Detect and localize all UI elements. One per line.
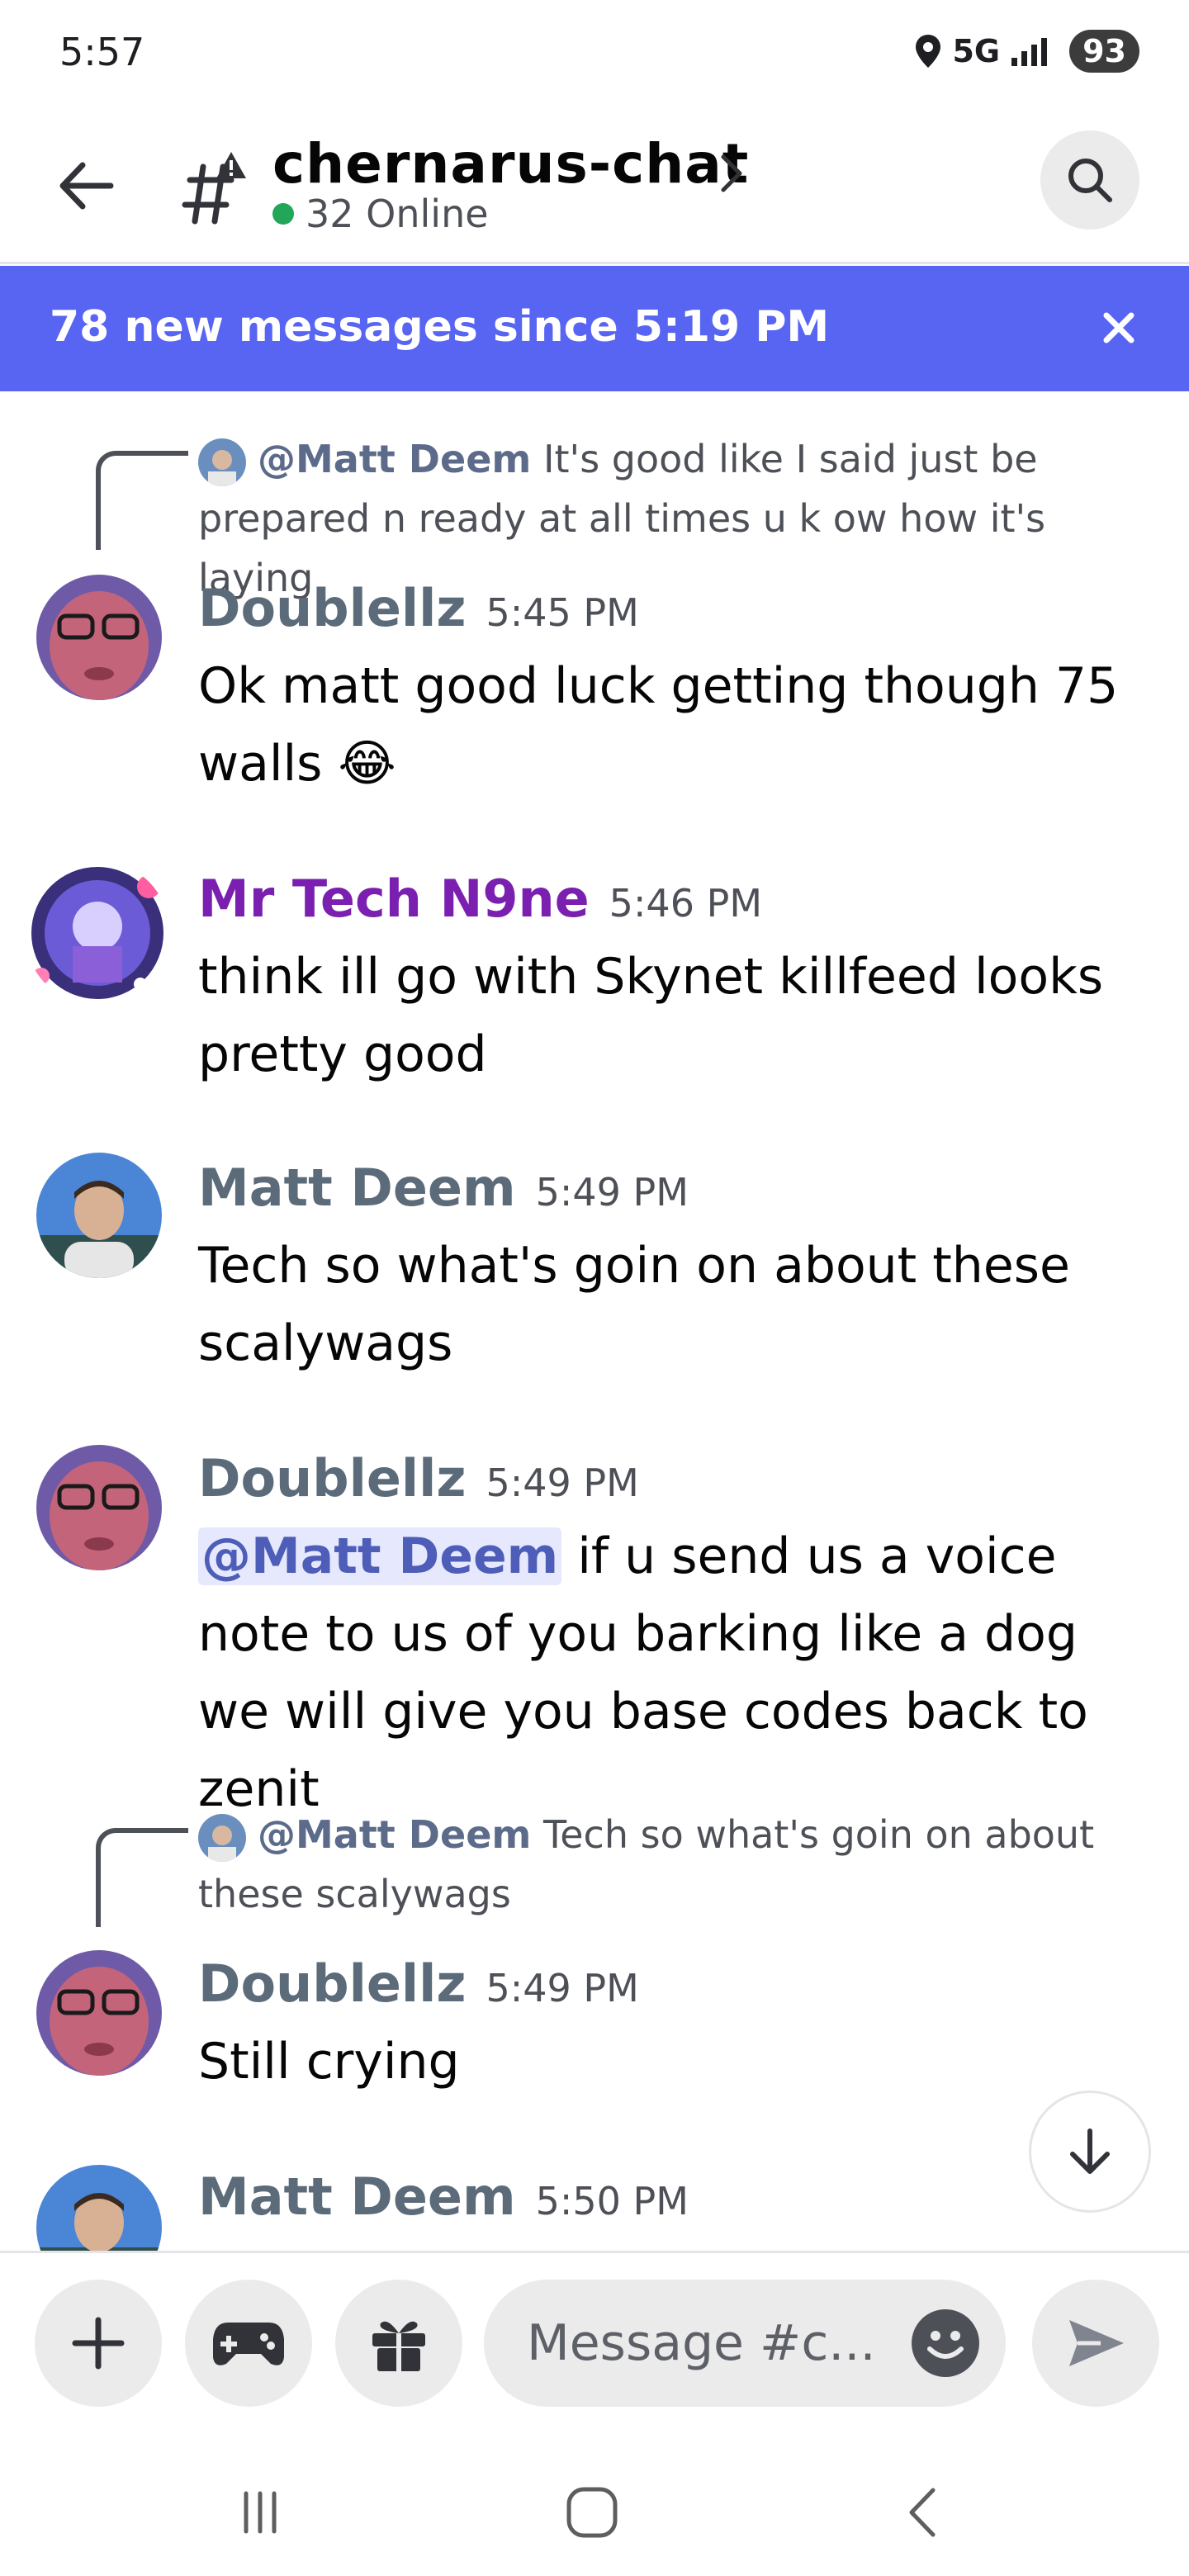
arrow-down-icon [1070, 2129, 1110, 2174]
author-name[interactable]: Doublellz [198, 1953, 466, 2014]
chevron-left-icon [909, 2488, 936, 2537]
avatar[interactable] [25, 860, 170, 1006]
gift-button[interactable] [335, 2280, 462, 2407]
gamepad-icon [213, 2323, 284, 2365]
message-list[interactable]: @Matt Deem It's good like I said just be… [0, 391, 1189, 2251]
system-back-button[interactable] [887, 2475, 961, 2550]
chevron-right-icon[interactable] [715, 149, 748, 198]
battery-level: 93 [1069, 30, 1139, 73]
avatar[interactable] [36, 1153, 162, 1278]
status-bar: 5:57 5G 93 [0, 0, 1189, 116]
channel-header: chernarus-chat 32 Online [0, 116, 1189, 264]
attach-button[interactable] [35, 2280, 162, 2407]
message-text: Tech so what's goin on about these scaly… [198, 1237, 1070, 1372]
back-button[interactable] [50, 149, 124, 223]
message-time: 5:50 PM [535, 2179, 689, 2223]
search-icon [1068, 159, 1112, 202]
send-button[interactable] [1032, 2280, 1159, 2407]
message-time: 5:46 PM [609, 881, 763, 926]
home-icon [566, 2487, 618, 2538]
signal-icon [1011, 38, 1048, 66]
status-time: 5:57 [59, 30, 145, 74]
status-indicators: 5G 93 [914, 30, 1139, 73]
text-channel-rules-icon [172, 147, 254, 230]
author-name[interactable]: Matt Deem [198, 2166, 516, 2227]
user-mention[interactable]: @Matt Deem [198, 1527, 562, 1585]
author-name[interactable]: Doublellz [198, 1448, 466, 1508]
avatar[interactable] [36, 1950, 162, 2076]
message-input[interactable]: Message #c... [484, 2280, 1006, 2407]
online-status: 32 Online [272, 192, 489, 236]
message-body: Ok matt good luck getting though 75 wall… [198, 647, 1139, 803]
laughing-crying-icon: 😂 [338, 735, 396, 793]
avatar [198, 438, 246, 486]
plus-icon [72, 2317, 125, 2370]
message-placeholder: Message #c... [527, 2314, 876, 2372]
new-messages-text: 78 new messages since 5:19 PM [50, 302, 830, 352]
gift-icon [372, 2321, 425, 2371]
avatar [198, 1813, 246, 1862]
message-body: Still crying [198, 2023, 1139, 2100]
message-text: Still crying [198, 2033, 460, 2091]
home-button[interactable] [555, 2475, 629, 2550]
search-button[interactable] [1040, 130, 1139, 230]
send-icon [1069, 2320, 1124, 2366]
message-author[interactable]: Doublellz 5:49 PM [198, 1448, 639, 1508]
jump-to-present-button[interactable] [1029, 2091, 1151, 2213]
message-body: think ill go with Skynet killfeed looks … [198, 938, 1139, 1093]
message-author[interactable]: Matt Deem 5:50 PM [198, 2166, 689, 2227]
reply-mention: @Matt Deem [258, 437, 532, 481]
smiley-icon [927, 2331, 964, 2359]
network-type: 5G [952, 33, 1001, 69]
avatar[interactable] [36, 2165, 162, 2251]
message-time: 5:49 PM [535, 1170, 689, 1215]
message-time: 5:49 PM [486, 1966, 639, 2010]
online-count: 32 Online [306, 192, 489, 236]
reply-mention: @Matt Deem [258, 1812, 532, 1857]
recent-apps-button[interactable] [223, 2475, 297, 2550]
recent-apps-icon [244, 2491, 277, 2534]
message-body: Tech so what's goin on about these scaly… [198, 1227, 1139, 1382]
location-icon [916, 35, 941, 68]
close-icon[interactable] [1090, 299, 1148, 357]
system-nav-bar [0, 2434, 1189, 2576]
message-time: 5:49 PM [486, 1461, 639, 1505]
author-name[interactable]: Doublellz [198, 578, 466, 638]
new-messages-bar[interactable]: 78 new messages since 5:19 PM [0, 266, 1189, 391]
reply-preview[interactable]: @Matt Deem Tech so what's goin on about … [198, 1805, 1123, 1924]
reply-connector [96, 451, 188, 550]
online-dot-icon [272, 203, 294, 225]
avatar[interactable] [36, 1445, 162, 1570]
message-author[interactable]: Doublellz 5:45 PM [198, 578, 639, 638]
message-author[interactable]: Doublellz 5:49 PM [198, 1953, 639, 2014]
message-text: think ill go with Skynet killfeed looks … [198, 948, 1104, 1083]
message-author[interactable]: Matt Deem 5:49 PM [198, 1158, 689, 1218]
emoji-button[interactable] [912, 2309, 979, 2377]
message-body: @Matt Deem if u send us a voice note to … [198, 1518, 1139, 1828]
channel-name[interactable]: chernarus-chat [272, 132, 749, 196]
arrow-left-icon [59, 162, 114, 210]
message-time: 5:45 PM [486, 590, 639, 635]
author-name[interactable]: Mr Tech N9ne [198, 869, 590, 929]
message-author[interactable]: Mr Tech N9ne 5:46 PM [198, 869, 762, 929]
message-text: Ok matt good luck getting though 75 wall… [198, 657, 1119, 793]
author-name[interactable]: Matt Deem [198, 1158, 516, 1218]
avatar[interactable] [36, 575, 162, 700]
reply-connector [96, 1828, 188, 1927]
message-composer: Message #c... [0, 2251, 1189, 2434]
activities-button[interactable] [185, 2280, 312, 2407]
